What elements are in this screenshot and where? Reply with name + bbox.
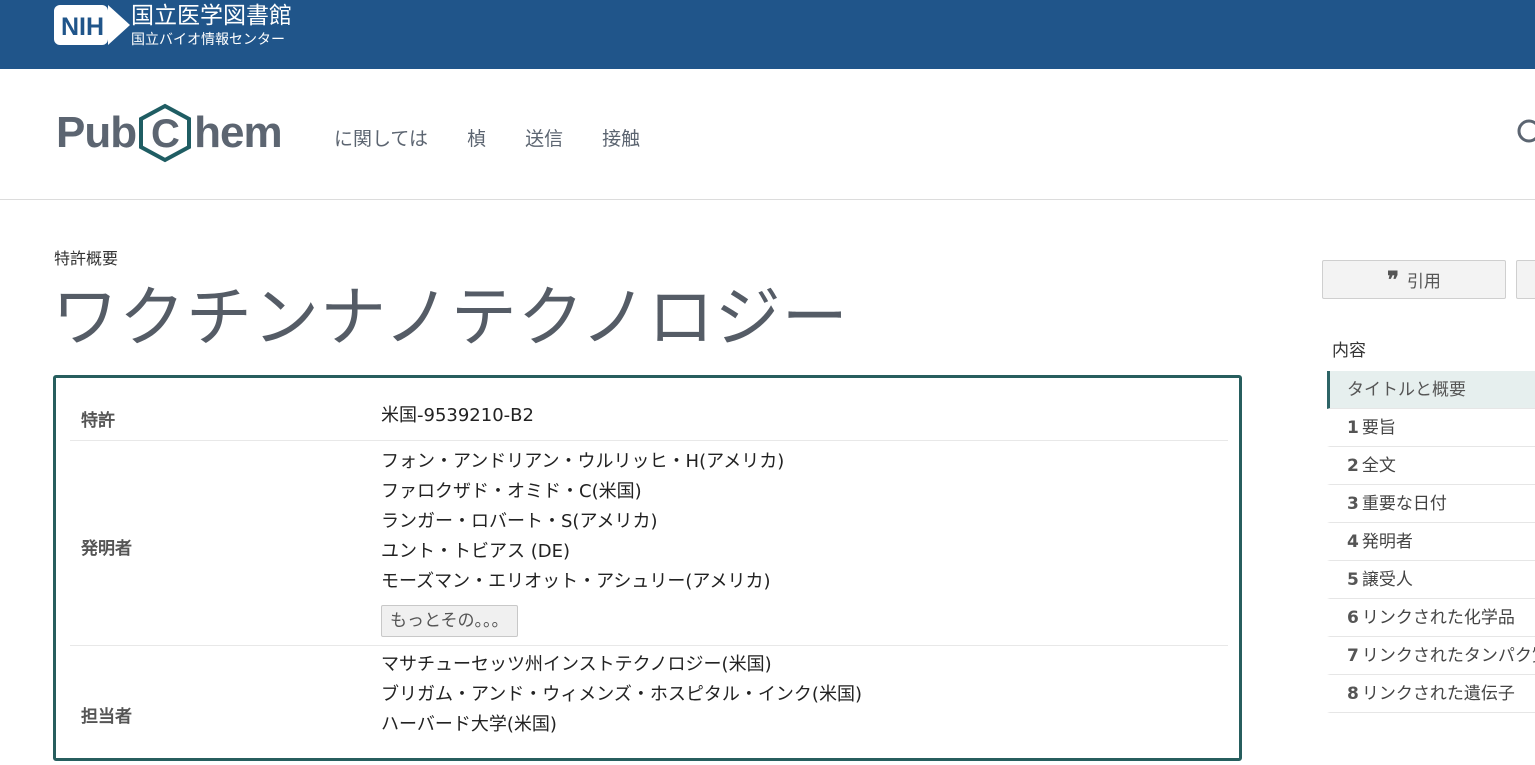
row-assignees: 担当者 マサチューセッツ州インストテクノロジー(米国) ブリガム・アンド・ウィメ… — [70, 645, 1228, 765]
toc-label: 全文 — [1361, 456, 1396, 476]
toc-label: タイトルと概要 — [1347, 380, 1466, 400]
logo-pub: Pub — [56, 108, 137, 157]
nav-contact[interactable]: 接触 — [602, 124, 640, 151]
inventor-label: 発明者 — [81, 539, 132, 559]
toc-title: 内容 — [1332, 341, 1366, 361]
assignee-item[interactable]: ブリガム・アンド・ウィメンズ・ホスピタル・インク(米国) — [381, 680, 862, 710]
nih-banner: NIH 国立医学図書館 国立バイオ情報センター — [0, 0, 1535, 69]
row-patent: 特許 米国-9539210-B2 — [70, 378, 1228, 441]
svg-text:C: C — [151, 112, 179, 156]
toc-num: 8 — [1347, 684, 1359, 704]
pubchem-header: Pub C hem に関しては 楨 送信 接触 — [0, 69, 1535, 200]
assignee-list: マサチューセッツ州インストテクノロジー(米国) ブリガム・アンド・ウィメンズ・ホ… — [381, 650, 862, 740]
toc-item-assignees[interactable]: 5 譲受人 — [1327, 561, 1535, 599]
toc-label: リンクされたタンパク質 — [1361, 646, 1535, 666]
toc-label: 重要な日付 — [1361, 494, 1447, 514]
download-button[interactable] — [1516, 260, 1535, 299]
toc-num: 1 — [1347, 418, 1359, 438]
toc-label: リンクされた遺伝子 — [1361, 684, 1515, 704]
inventor-item[interactable]: ファロクザド・オミド・C(米国) — [381, 477, 784, 507]
toc-item-title-summary[interactable]: タイトルと概要 — [1327, 371, 1535, 409]
nih-logo[interactable]: NIH — [54, 4, 130, 46]
toc-item-linked-proteins[interactable]: 7 リンクされたタンパク質 — [1327, 637, 1535, 675]
inventor-item[interactable]: フォン・アンドリアン・ウルリッヒ・H(アメリカ) — [381, 447, 784, 477]
logo-hem: hem — [194, 108, 282, 157]
main-nav: に関しては 楨 送信 接触 — [334, 124, 679, 151]
toc-num: 7 — [1347, 646, 1359, 666]
toc-label: 譲受人 — [1361, 570, 1413, 590]
inventor-list: フォン・アンドリアン・ウルリッヒ・H(アメリカ) ファロクザド・オミド・C(米国… — [381, 447, 784, 637]
toc-item-linked-genes[interactable]: 8 リンクされた遺伝子 — [1327, 675, 1535, 713]
patent-label: 特許 — [81, 411, 115, 431]
assignee-label: 担当者 — [81, 707, 132, 727]
nav-submit[interactable]: 送信 — [525, 124, 563, 151]
toc-num: 3 — [1347, 494, 1359, 514]
page-title: ワクチンナノテクノロジー — [52, 279, 849, 356]
assignee-item[interactable]: マサチューセッツ州インストテクノロジー(米国) — [381, 650, 862, 680]
cite-label: 引用 — [1406, 272, 1441, 292]
toc-item-full-text[interactable]: 2 全文 — [1327, 447, 1535, 485]
toc-item-important-dates[interactable]: 3 重要な日付 — [1327, 485, 1535, 523]
inventor-item[interactable]: ユント・トビアス (DE) — [381, 537, 784, 567]
toc-num: 2 — [1347, 456, 1359, 476]
toc-num: 6 — [1347, 608, 1359, 628]
more-button[interactable]: もっとその。。。 — [381, 605, 518, 637]
toc-item-linked-chemicals[interactable]: 6 リンクされた化学品 — [1327, 599, 1535, 637]
inventor-item[interactable]: モーズマン・エリオット・アシュリー(アメリカ) — [381, 567, 784, 597]
nav-about[interactable]: に関しては — [334, 124, 428, 151]
nih-logo-text: NIH — [61, 13, 104, 41]
search-icon[interactable] — [1515, 117, 1535, 147]
toc-label: リンクされた化学品 — [1361, 608, 1515, 628]
table-of-contents: タイトルと概要 1 要旨 2 全文 3 重要な日付 4 発明者 5 譲受人 6 リンクされた… — [1327, 371, 1535, 713]
summary-table: 特許 米国-9539210-B2 発明者 フォン・アンドリアン・ウルリッヒ・H(… — [53, 375, 1242, 761]
nav-posts[interactable]: 楨 — [467, 124, 486, 151]
breadcrumb: 特許概要 — [54, 249, 119, 268]
pubchem-logo[interactable]: Pub C hem — [56, 103, 283, 163]
toc-label: 発明者 — [1361, 532, 1413, 552]
toc-num: 5 — [1347, 570, 1359, 590]
toc-item-abstract[interactable]: 1 要旨 — [1327, 409, 1535, 447]
toc-label: 要旨 — [1361, 418, 1396, 438]
inventor-item[interactable]: ランガー・ロバート・S(アメリカ) — [381, 507, 784, 537]
nih-title[interactable]: 国立医学図書館 — [131, 2, 292, 30]
assignee-item[interactable]: ハーバード大学(米国) — [381, 710, 862, 740]
hexagon-c-icon: C — [139, 103, 192, 163]
patent-value: 米国-9539210-B2 — [381, 405, 534, 426]
row-inventors: 発明者 フォン・アンドリアン・ウルリッヒ・H(アメリカ) ファロクザド・オミド・… — [70, 440, 1228, 646]
cite-button[interactable]: ❞ 引用 — [1322, 260, 1506, 299]
nih-subtitle[interactable]: 国立バイオ情報センター — [131, 31, 285, 49]
toc-num: 4 — [1347, 532, 1359, 552]
toc-item-inventors[interactable]: 4 発明者 — [1327, 523, 1535, 561]
quote-icon: ❞ — [1387, 266, 1399, 293]
